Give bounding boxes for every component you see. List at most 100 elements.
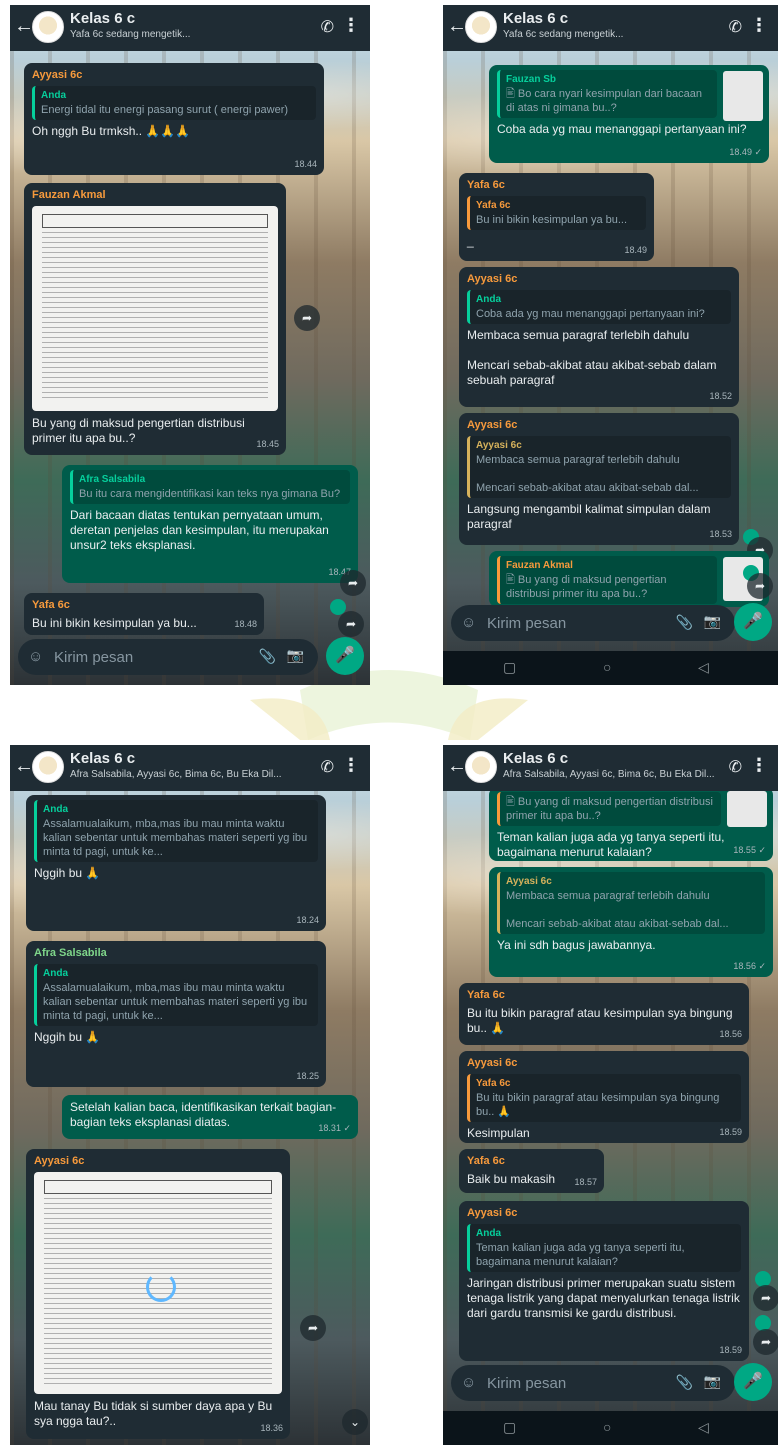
message-text: Langsung mengambil kalimat simpulan dala… — [467, 502, 711, 531]
camera-icon[interactable]: 📷 — [704, 613, 721, 630]
paperclip-icon[interactable]: 📎 — [676, 1374, 693, 1391]
message-bubble[interactable]: Ayyasi 6c Ayyasi 6c Membaca semua paragr… — [459, 413, 739, 545]
quoted-text: 🖹 Bu yang di maksud pengertian distribus… — [506, 574, 667, 600]
quoted-message[interactable]: Ayyasi 6c Membaca semua paragraf terlebi… — [497, 872, 765, 934]
message-bubble[interactable]: Setelah kalian baca, identifikasikan ter… — [62, 1095, 358, 1139]
camera-icon[interactable]: 📷 — [704, 1373, 721, 1390]
quoted-message[interactable]: 🖹 Bu yang di maksud pengertian distribus… — [497, 792, 721, 826]
back-arrow-icon[interactable]: ← — [447, 755, 467, 778]
message-bubble[interactable]: Anda Assalamualaikum, mba,mas ibu mau mi… — [26, 795, 326, 931]
more-vert-icon[interactable]: ⋮ — [750, 755, 768, 776]
nav-back-icon[interactable]: ◁ — [698, 1419, 709, 1436]
emoji-icon[interactable]: ☺ — [461, 614, 476, 631]
message-bubble[interactable]: Yafa 6c Yafa 6c Bu ini bikin kesimpulan … — [459, 173, 654, 261]
forward-icon[interactable]: ➦ — [747, 573, 773, 599]
camera-icon[interactable]: 📷 — [287, 647, 304, 664]
add-call-icon[interactable]: ✆ — [321, 757, 334, 777]
quoted-message[interactable]: Anda Assalamualaikum, mba,mas ibu mau mi… — [34, 964, 318, 1026]
forward-icon[interactable]: ➦ — [753, 1285, 778, 1311]
chat-title[interactable]: Kelas 6 c — [503, 10, 568, 27]
message-bubble[interactable]: Fauzan Akmal Bu yang di maksud pengertia… — [24, 183, 286, 455]
home-icon[interactable]: ○ — [603, 659, 611, 675]
message-bubble[interactable]: Afra Salsabila Bu itu cara mengidentifik… — [62, 465, 358, 583]
message-bubble[interactable]: Yafa 6c Baik bu makasih 18.57 — [459, 1149, 604, 1193]
message-bubble[interactable]: 🖹 Bu yang di maksud pengertian distribus… — [489, 787, 773, 861]
mic-icon[interactable]: 🎤 — [326, 637, 364, 675]
add-call-icon[interactable]: ✆ — [321, 17, 334, 37]
forward-icon[interactable]: ➦ — [338, 611, 364, 637]
sender-name: Yafa 6c — [32, 599, 70, 611]
quoted-sender: Fauzan Sb — [506, 74, 557, 85]
message-input[interactable]: ☺ Kirim pesan 📎 📷 — [451, 1365, 735, 1401]
quoted-text: Membaca semua paragraf terlebih dahulu M… — [506, 890, 729, 930]
chat-title[interactable]: Kelas 6 c — [70, 10, 135, 27]
message-bubble[interactable]: Ayyasi 6c Membaca semua paragraf terlebi… — [489, 867, 773, 977]
add-call-icon[interactable]: ✆ — [729, 757, 742, 777]
chat-subtitle: Yafa 6c sedang mengetik... — [70, 29, 191, 40]
message-text: Coba ada yg mau menanggapi pertanyaan in… — [497, 122, 747, 136]
group-avatar[interactable] — [32, 751, 64, 783]
emoji-icon[interactable]: ☺ — [28, 648, 43, 665]
mic-icon[interactable]: 🎤 — [734, 603, 772, 641]
message-bubble[interactable]: Yafa 6c Bu itu bikin paragraf atau kesim… — [459, 983, 749, 1045]
message-bubble[interactable]: Ayyasi 6c Anda Teman kalian juga ada yg … — [459, 1201, 749, 1361]
message-text: Bu ini bikin kesimpulan ya bu... — [32, 616, 197, 630]
group-avatar[interactable] — [465, 11, 497, 43]
more-vert-icon[interactable]: ⋮ — [342, 755, 360, 776]
quoted-message[interactable]: Afra Salsabila Bu itu cara mengidentifik… — [70, 470, 350, 504]
back-arrow-icon[interactable]: ← — [447, 15, 467, 38]
more-vert-icon[interactable]: ⋮ — [750, 15, 768, 36]
paperclip-icon[interactable]: 📎 — [676, 614, 693, 631]
forward-icon[interactable]: ➦ — [753, 1329, 778, 1355]
document-image[interactable] — [34, 1172, 282, 1394]
quoted-message[interactable]: Anda Teman kalian juga ada yg tanya sepe… — [467, 1224, 741, 1272]
back-arrow-icon[interactable]: ← — [14, 755, 34, 778]
chat-title[interactable]: Kelas 6 c — [503, 750, 568, 767]
quoted-message[interactable]: Yafa 6c Bu ini bikin kesimpulan ya bu... — [467, 196, 646, 230]
message-bubble[interactable]: Ayyasi 6c Anda Coba ada yg mau menanggap… — [459, 267, 739, 407]
message-bubble[interactable]: Ayyasi 6c Anda Energi tidal itu energi p… — [24, 63, 324, 175]
quoted-message[interactable]: Anda Coba ada yg mau menanggapi pertanya… — [467, 290, 731, 324]
recent-apps-icon[interactable]: ▢ — [503, 659, 516, 676]
forward-icon[interactable]: ➦ — [294, 305, 320, 331]
message-text: Nggih bu 🙏 — [34, 866, 101, 880]
emoji-icon[interactable]: ☺ — [461, 1374, 476, 1391]
quoted-message[interactable]: Anda Energi tidal itu energi pasang suru… — [32, 86, 316, 120]
message-bubble[interactable]: Ayyasi 6c Mau tanay Bu tidak si sumber d… — [26, 1149, 290, 1439]
home-icon[interactable]: ○ — [603, 1419, 611, 1435]
quoted-message[interactable]: Fauzan Akmal 🖹 Bu yang di maksud pengert… — [497, 556, 717, 604]
quoted-document-thumbnail — [727, 791, 767, 827]
forward-icon[interactable]: ➦ — [340, 570, 366, 596]
mic-icon[interactable]: 🎤 — [734, 1363, 772, 1401]
message-text: Nggih bu 🙏 — [34, 1030, 101, 1044]
quoted-message[interactable]: Ayyasi 6c Membaca semua paragraf terlebi… — [467, 436, 731, 498]
message-input[interactable]: ☺ Kirim pesan 📎 📷 — [451, 605, 735, 641]
recent-apps-icon[interactable]: ▢ — [503, 1419, 516, 1436]
message-bubble[interactable]: Fauzan Akmal 🖹 Bu yang di maksud pengert… — [489, 551, 769, 607]
forward-icon[interactable]: ➦ — [300, 1315, 326, 1341]
chat-title[interactable]: Kelas 6 c — [70, 750, 135, 767]
message-input-placeholder: Kirim pesan — [487, 1375, 567, 1392]
scroll-down-icon[interactable]: ⌄ — [342, 1409, 368, 1435]
message-bubble[interactable]: Ayyasi 6c Yafa 6c Bu itu bikin paragraf … — [459, 1051, 749, 1143]
message-time: 18.57 — [574, 1177, 597, 1187]
quoted-message[interactable]: Yafa 6c Bu itu bikin paragraf atau kesim… — [467, 1074, 741, 1122]
group-avatar[interactable] — [32, 11, 64, 43]
group-avatar[interactable] — [465, 751, 497, 783]
message-bubble[interactable]: Afra Salsabila Anda Assalamualaikum, mba… — [26, 941, 326, 1087]
paperclip-icon[interactable]: 📎 — [259, 648, 276, 665]
sender-name: Afra Salsabila — [34, 947, 107, 959]
message-bubble[interactable]: Fauzan Sb 🖹 Bo cara nyari kesimpulan dar… — [489, 65, 769, 163]
message-bubble[interactable]: Yafa 6c Bu ini bikin kesimpulan ya bu...… — [24, 593, 264, 635]
message-input[interactable]: ☺ Kirim pesan 📎 📷 — [18, 639, 318, 675]
quoted-message[interactable]: Anda Assalamualaikum, mba,mas ibu mau mi… — [34, 800, 318, 862]
add-call-icon[interactable]: ✆ — [729, 17, 742, 37]
quoted-document-thumbnail — [723, 71, 763, 121]
document-image[interactable] — [32, 206, 278, 411]
message-time: 18.31 ✓ — [318, 1123, 351, 1133]
back-arrow-icon[interactable]: ← — [14, 15, 34, 38]
quoted-message[interactable]: Fauzan Sb 🖹 Bo cara nyari kesimpulan dar… — [497, 70, 717, 118]
more-vert-icon[interactable]: ⋮ — [342, 15, 360, 36]
chat-screenshot-1: ← Kelas 6 c Yafa 6c sedang mengetik... ✆… — [10, 5, 370, 685]
nav-back-icon[interactable]: ◁ — [698, 659, 709, 676]
